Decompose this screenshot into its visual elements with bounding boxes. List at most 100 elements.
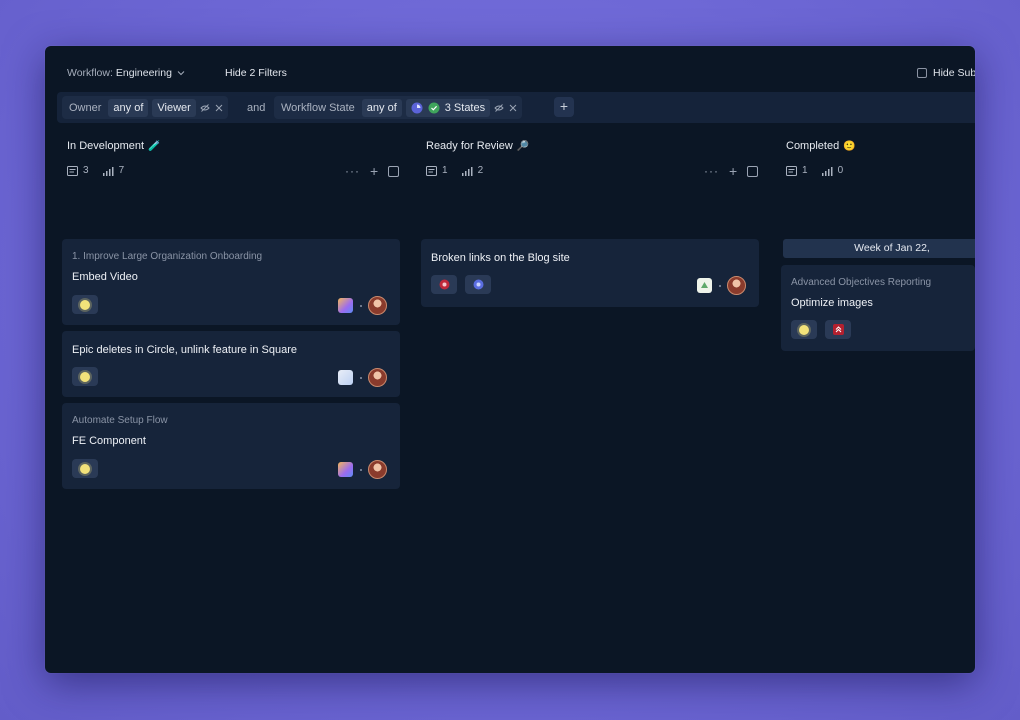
separator-dot: [360, 469, 362, 471]
top-toolbar: Workflow: Engineering Hide 2 Filters Hid…: [45, 46, 975, 92]
points-count: 2: [477, 165, 484, 176]
select-column-checkbox[interactable]: [388, 165, 400, 177]
hide-subissues-toggle[interactable]: Hide Sub: [917, 67, 975, 79]
more-icon[interactable]: ···: [704, 164, 719, 178]
bug-type-chip[interactable]: [431, 275, 457, 294]
feature-type-chip[interactable]: [72, 295, 98, 314]
points-icon: [102, 166, 114, 176]
label-icon: [473, 279, 483, 290]
workflow-label: Workflow:: [67, 67, 113, 79]
card-epic[interactable]: Automate Setup Flow: [72, 415, 168, 426]
points-count: 7: [118, 165, 125, 176]
avatar[interactable]: [368, 368, 387, 387]
story-card[interactable]: Broken links on the Blog site: [421, 239, 759, 307]
column-title: Ready for Review 🔎: [426, 140, 529, 152]
eye-off-icon[interactable]: [494, 103, 504, 113]
avatar[interactable]: [727, 276, 746, 295]
column-title-text: In Development: [67, 140, 145, 152]
hide-subissues-checkbox[interactable]: [917, 68, 927, 78]
high-priority-icon: [832, 324, 844, 335]
add-icon[interactable]: +: [370, 163, 378, 179]
feature-icon: [80, 299, 90, 310]
story-count: 1: [802, 165, 808, 176]
project-icon: [338, 298, 353, 313]
card-title[interactable]: Optimize images: [791, 297, 873, 309]
in-progress-state-icon: [411, 102, 423, 113]
column-stats: 1 0: [786, 165, 843, 176]
workflow-state-count: 3 States: [444, 101, 486, 114]
owner-operator[interactable]: any of: [108, 98, 149, 117]
workflow-selector[interactable]: Workflow: Engineering: [67, 67, 185, 79]
column-stats: 3 7: [67, 165, 124, 176]
feature-type-chip[interactable]: [72, 459, 98, 478]
story-card[interactable]: Advanced Objectives Reporting Optimize i…: [781, 265, 975, 351]
week-group-header[interactable]: Week of Jan 22,: [783, 239, 975, 258]
workflow-state-value[interactable]: 3 States: [405, 98, 491, 117]
stories-icon: [426, 165, 437, 176]
close-icon[interactable]: [214, 103, 224, 113]
hide-filters-button[interactable]: Hide 2 Filters: [225, 67, 287, 79]
card-title[interactable]: Epic deletes in Circle, unlink feature i…: [72, 344, 297, 356]
add-icon[interactable]: +: [729, 163, 737, 179]
card-title[interactable]: Broken links on the Blog site: [431, 252, 570, 264]
magnifier-icon: 🔎: [516, 140, 530, 152]
add-filter-button[interactable]: +: [554, 97, 574, 117]
points-icon: [821, 166, 833, 176]
done-state-icon: [428, 102, 440, 113]
project-icon: [338, 462, 353, 477]
points-count: 0: [837, 165, 844, 176]
more-icon[interactable]: ···: [345, 164, 360, 178]
feature-icon: [80, 463, 90, 474]
column-stats: 1 2: [426, 165, 483, 176]
label-chip[interactable]: [465, 275, 491, 294]
column-title-text: Ready for Review: [426, 140, 513, 152]
feature-type-chip[interactable]: [791, 320, 817, 339]
story-card[interactable]: Automate Setup Flow FE Component: [62, 403, 400, 489]
workflow-state-label: Workflow State: [281, 101, 355, 114]
card-title[interactable]: FE Component: [72, 435, 146, 447]
separator-dot: [719, 285, 721, 287]
separator-dot: [360, 377, 362, 379]
story-count: 1: [442, 165, 448, 176]
story-card[interactable]: 1. Improve Large Organization Onboarding…: [62, 239, 400, 325]
feature-type-chip[interactable]: [72, 367, 98, 386]
column-actions: ··· +: [345, 163, 400, 179]
workflow-value: Engineering: [115, 67, 172, 79]
avatar[interactable]: [368, 460, 387, 479]
project-icon: [697, 278, 712, 293]
project-icon: [338, 370, 353, 385]
filter-connector: and: [247, 102, 266, 114]
avatar[interactable]: [368, 296, 387, 315]
owner-filter-label: Owner: [69, 101, 102, 114]
filter-bar: Owner any of Viewer and Workflow State a…: [57, 92, 975, 123]
hide-subissues-label: Hide Sub: [933, 67, 975, 79]
feature-icon: [80, 371, 90, 382]
column-actions: ··· +: [704, 163, 759, 179]
card-epic[interactable]: 1. Improve Large Organization Onboarding: [72, 251, 262, 262]
owner-value[interactable]: Viewer: [152, 98, 196, 117]
chevron-down-icon: [177, 71, 185, 76]
story-count: 3: [83, 165, 89, 176]
column-title: In Development 🧪: [67, 140, 161, 152]
stories-icon: [67, 165, 78, 176]
separator-dot: [360, 305, 362, 307]
smile-icon: 🙂: [843, 140, 856, 152]
story-card[interactable]: Epic deletes in Circle, unlink feature i…: [62, 331, 400, 397]
close-icon[interactable]: [508, 103, 518, 113]
priority-chip[interactable]: [825, 320, 851, 339]
owner-filter[interactable]: Owner any of Viewer: [62, 96, 228, 119]
test-tube-icon: 🧪: [148, 140, 161, 152]
select-column-checkbox[interactable]: [747, 165, 759, 177]
bug-icon: [439, 279, 449, 290]
card-epic[interactable]: Advanced Objectives Reporting: [791, 277, 931, 288]
workflow-state-filter[interactable]: Workflow State any of 3 States: [274, 96, 523, 119]
column-title-text: Completed: [786, 140, 840, 152]
feature-icon: [799, 324, 809, 335]
eye-off-icon[interactable]: [200, 103, 210, 113]
workflow-state-operator[interactable]: any of: [361, 98, 402, 117]
app-window: Workflow: Engineering Hide 2 Filters Hid…: [45, 46, 975, 673]
points-icon: [461, 166, 473, 176]
column-title: Completed 🙂: [786, 140, 856, 152]
card-title[interactable]: Embed Video: [72, 271, 138, 283]
stories-icon: [786, 165, 797, 176]
